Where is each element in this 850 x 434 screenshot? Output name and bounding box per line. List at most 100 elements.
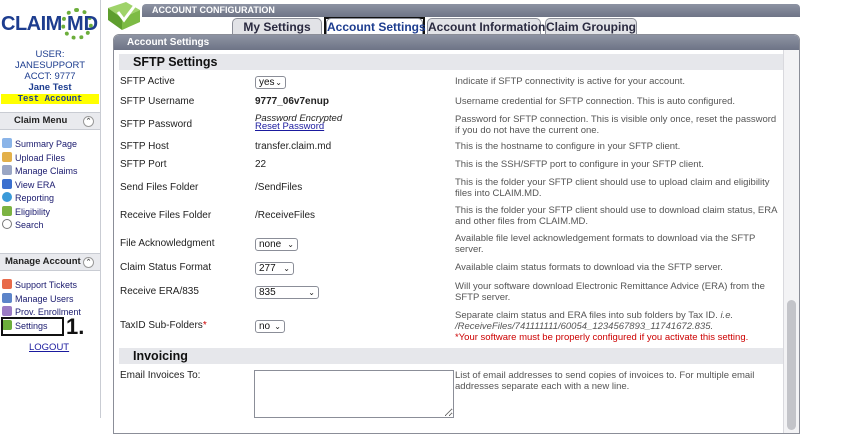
taxid-subfolders-select[interactable]: no ⌄ [255, 320, 285, 333]
sftp-active-label: SFTP Active [120, 76, 175, 87]
account-config-icon [108, 2, 140, 30]
menu-item-label: Summary Page [15, 139, 78, 149]
claim-menu-header[interactable]: Claim Menu ⌃ [0, 112, 100, 130]
sftp-port-value: 22 [255, 159, 267, 170]
chevron-down-icon: ⌄ [275, 78, 282, 87]
sftp-settings-heading: SFTP Settings [119, 54, 783, 70]
claimmd-logo[interactable]: CLAIM MD [1, 5, 100, 45]
email-invoices-desc: List of email addresses to send copies o… [455, 370, 755, 392]
manage-users-icon [2, 292, 12, 303]
user-line: USER: JANESUPPORT [14, 49, 86, 71]
sftp-active-select[interactable]: yes ⌄ [255, 76, 286, 89]
menu-item-reporting[interactable]: Reporting [2, 192, 100, 206]
collapse-chevron-icon[interactable]: ⌃ [83, 116, 94, 127]
send-files-folder-label: Send Files Folder [120, 182, 199, 193]
eligibility-icon [2, 205, 12, 216]
account-role-badge: Test Account [1, 94, 99, 104]
claim-menu-list: Summary Page Upload Files Manage Claims … [2, 138, 100, 233]
sftp-password-desc: Password for SFTP connection. This is vi… [455, 114, 777, 136]
taxid-subfolders-label-text: TaxID Sub-Folders [120, 320, 203, 331]
sftp-host-label: SFTP Host [120, 141, 169, 152]
sftp-password-label: SFTP Password [120, 119, 193, 130]
email-invoices-textarea[interactable] [254, 370, 454, 418]
invoicing-heading: Invoicing [119, 348, 783, 364]
taxid-desc-warning: *Your software must be properly configur… [455, 332, 749, 343]
scrollbar-thumb[interactable] [787, 300, 796, 430]
sftp-active-desc: Indicate if SFTP connectivity is active … [455, 76, 686, 87]
collapse-chevron-icon[interactable]: ⌃ [83, 257, 94, 268]
taxid-desc-main: Separate claim status and ERA files into… [455, 310, 718, 321]
manage-account-header[interactable]: Manage Account ⌃ [0, 253, 100, 271]
sftp-username-desc: Username credential for SFTP connection.… [455, 96, 736, 107]
receive-files-folder-desc: This is the folder your SFTP client shou… [455, 205, 777, 227]
chevron-down-icon: ⌄ [274, 322, 281, 331]
receive-era-value: 835 [259, 287, 276, 298]
view-era-icon [2, 178, 12, 189]
step-1-label: 1. [66, 314, 85, 339]
receive-files-folder-label: Receive Files Folder [120, 210, 212, 221]
menu-item-label: Eligibility [15, 206, 51, 217]
file-acknowledgment-desc: Available file level acknowledgement for… [455, 233, 756, 255]
menu-item-support-tickets[interactable]: Support Tickets [2, 279, 100, 293]
upload-files-icon [2, 151, 12, 162]
menu-item-manage-users[interactable]: Manage Users [2, 292, 100, 307]
receive-era-label: Receive ERA/835 [120, 286, 199, 297]
menu-item-search[interactable]: Search [2, 219, 100, 233]
menu-item-label: Manage Users [15, 293, 74, 304]
sftp-host-value: transfer.claim.md [255, 141, 332, 152]
panel-scrollbar[interactable] [783, 50, 799, 433]
search-icon [2, 219, 12, 229]
step-1-highlight-box [1, 317, 64, 336]
menu-item-eligibility[interactable]: Eligibility [2, 205, 100, 220]
tab-my-settings[interactable]: My Settings [232, 18, 322, 35]
user-info: USER: JANESUPPORT ACCT: 9777 Jane Test T… [0, 49, 100, 104]
taxid-subfolders-label: TaxID Sub-Folders* [120, 320, 207, 331]
file-acknowledgment-value: none [259, 239, 282, 250]
receive-era-select[interactable]: 835 ⌄ [255, 286, 319, 299]
claim-status-format-value: 277 [259, 263, 276, 274]
sftp-port-label: SFTP Port [120, 159, 167, 170]
send-files-folder-value: /SendFiles [255, 182, 303, 193]
reset-password-link[interactable]: Reset Password [255, 121, 324, 132]
tab-claim-grouping[interactable]: Claim Grouping [545, 18, 637, 35]
chevron-down-icon: ⌄ [283, 264, 290, 273]
acct-line: ACCT: 9777 [24, 71, 76, 82]
menu-item-view-era[interactable]: View ERA [2, 178, 100, 193]
claim-status-format-select[interactable]: 277 ⌄ [255, 262, 294, 275]
manage-claims-icon [2, 165, 12, 175]
menu-item-label: View ERA [15, 179, 56, 190]
claim-status-format-label: Claim Status Format [120, 262, 212, 273]
account-configuration-header: ACCOUNT CONFIGURATION [142, 4, 800, 17]
user-name: Jane Test [28, 82, 72, 93]
logo-text: CLAIM [1, 13, 62, 35]
logo-md-text: MD [67, 13, 99, 35]
file-acknowledgment-select[interactable]: none ⌄ [255, 238, 298, 251]
tab-account-settings[interactable]: Account Settings [326, 18, 426, 35]
panel-title: Account Settings [114, 35, 799, 50]
menu-item-label: Search [15, 220, 44, 230]
menu-item-summary-page[interactable]: Summary Page [2, 138, 100, 152]
required-asterisk: * [202, 320, 207, 331]
menu-item-label: Manage Claims [15, 166, 78, 176]
receive-era-desc: Will your software download Electronic R… [455, 281, 765, 303]
tab-account-information[interactable]: Account Information [427, 18, 545, 35]
menu-item-label: Upload Files [15, 152, 66, 163]
menu-item-upload-files[interactable]: Upload Files [2, 151, 100, 166]
sftp-host-desc: This is the hostname to configure in you… [455, 141, 681, 152]
menu-item-manage-claims[interactable]: Manage Claims [2, 165, 100, 179]
logout-link[interactable]: LOGOUT [29, 342, 69, 353]
claim-menu-title: Claim Menu [14, 115, 68, 126]
menu-item-label: Reporting [15, 193, 55, 203]
sftp-username-value: 9777_06v7enup [255, 96, 329, 107]
summary-page-icon [2, 138, 12, 148]
claim-status-format-desc: Available claim status formats to downlo… [455, 262, 723, 273]
sftp-port-desc: This is the SSH/SFTP port to configure i… [455, 159, 704, 170]
email-invoices-label: Email Invoices To: [120, 370, 201, 381]
taxid-subfolders-desc: Separate claim status and ERA files into… [455, 310, 780, 343]
prov-enrollment-icon [2, 306, 12, 316]
sidebar: CLAIM MD USER: JANESUPPORT ACCT: 9777 Ja… [0, 0, 101, 418]
chevron-down-icon: ⌄ [287, 240, 294, 249]
send-files-folder-desc: This is the folder your SFTP client shou… [455, 177, 770, 199]
reporting-icon [2, 192, 12, 202]
support-tickets-icon [2, 279, 12, 289]
